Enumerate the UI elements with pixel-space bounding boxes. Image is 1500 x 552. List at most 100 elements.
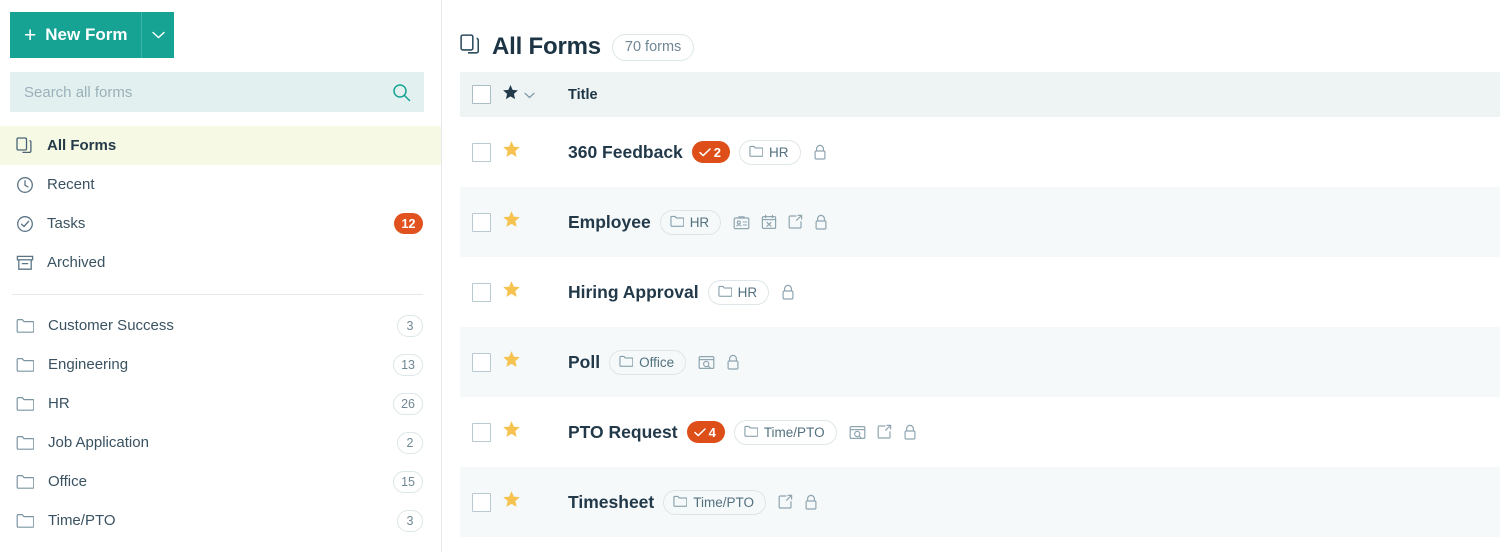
sidebar-folder-count: 15: [393, 470, 423, 493]
sidebar-folder-office[interactable]: Office 15: [0, 462, 441, 501]
lock-icon[interactable]: [781, 284, 795, 301]
star-icon[interactable]: [502, 140, 521, 164]
row-star-cell[interactable]: [502, 490, 564, 514]
row-checkbox[interactable]: [471, 142, 491, 162]
row-star-cell[interactable]: [502, 420, 564, 444]
table-row[interactable]: Hiring Approval HR: [460, 257, 1500, 327]
form-name-link[interactable]: Timesheet: [568, 492, 654, 513]
new-form-button-group: + New Form: [10, 12, 174, 58]
chevron-down-icon[interactable]: [524, 87, 535, 103]
row-select-cell: [460, 352, 502, 372]
search-input[interactable]: [24, 83, 392, 101]
forms-table: Title Storage Entries 360 Feedback: [460, 72, 1500, 537]
row-checkbox[interactable]: [471, 282, 491, 302]
sidebar-folder-label: HR: [48, 395, 70, 412]
row-star-cell[interactable]: [502, 210, 564, 234]
folder-chip[interactable]: Time/PTO: [733, 419, 837, 445]
preview-icon[interactable]: [698, 355, 715, 370]
forms-copy-icon: [15, 137, 34, 154]
row-star-cell[interactable]: [502, 280, 564, 304]
tasks-badge-count: 4: [708, 424, 716, 440]
folder-chip[interactable]: HR: [739, 139, 801, 165]
folder-chip[interactable]: HR: [707, 279, 770, 305]
forms-copy-icon: [460, 34, 481, 60]
row-select-cell: [460, 282, 502, 302]
form-name-link[interactable]: Poll: [568, 352, 600, 373]
folder-chip-label: HR: [689, 214, 710, 230]
star-sort-header[interactable]: [502, 84, 564, 105]
external-link-icon[interactable]: [877, 424, 892, 440]
table-row[interactable]: PTO Request 4 Time/PTO: [460, 397, 1500, 467]
row-checkbox[interactable]: [471, 422, 491, 442]
select-all-checkbox[interactable]: [471, 85, 491, 104]
external-link-icon[interactable]: [788, 214, 803, 230]
search-box[interactable]: [10, 72, 424, 112]
sidebar-folder-count: 2: [397, 431, 423, 454]
preview-icon[interactable]: [849, 425, 866, 440]
new-form-button[interactable]: + New Form: [10, 12, 141, 58]
sidebar-folders: Customer Success 3 Engineering 13 HR 26: [0, 306, 441, 540]
form-name-link[interactable]: Hiring Approval: [568, 282, 699, 303]
sidebar-folder-time-pto[interactable]: Time/PTO 3: [0, 501, 441, 540]
row-checkbox[interactable]: [471, 492, 491, 512]
sidebar-folder-engineering[interactable]: Engineering 13: [0, 345, 441, 384]
table-row[interactable]: Timesheet Time/PTO: [460, 467, 1500, 537]
sidebar-folder-hr[interactable]: HR 26: [0, 384, 441, 423]
sidebar-item-recent[interactable]: Recent: [0, 165, 441, 204]
archive-icon: [15, 255, 34, 271]
sidebar-item-archived[interactable]: Archived: [0, 243, 441, 282]
row-checkbox[interactable]: [471, 352, 491, 372]
new-form-dropdown-button[interactable]: [141, 12, 174, 58]
sidebar-folder-label: Customer Success: [48, 317, 174, 334]
form-name-link[interactable]: PTO Request: [568, 422, 678, 443]
sidebar-folder-customer-success[interactable]: Customer Success 3: [0, 306, 441, 345]
sidebar-folder-job-application[interactable]: Job Application 2: [0, 423, 441, 462]
row-star-cell[interactable]: [502, 140, 564, 164]
calendar-x-icon[interactable]: [761, 214, 777, 230]
table-row[interactable]: Poll Office: [460, 327, 1500, 397]
lock-icon[interactable]: [903, 424, 917, 441]
search-icon[interactable]: [392, 83, 411, 102]
row-select-cell: [460, 422, 502, 442]
folder-chip[interactable]: Office: [609, 349, 687, 375]
lock-icon[interactable]: [726, 354, 740, 371]
sidebar-item-tasks[interactable]: Tasks 12: [0, 204, 441, 243]
row-title-cell: Timesheet Time/PTO: [564, 489, 1500, 515]
star-icon[interactable]: [502, 210, 521, 234]
folder-icon: [15, 318, 34, 333]
row-star-cell[interactable]: [502, 350, 564, 374]
form-name-link[interactable]: Employee: [568, 212, 651, 233]
plus-icon: +: [24, 23, 37, 47]
sidebar-divider: [12, 294, 423, 295]
sidebar-folder-count: 26: [393, 392, 423, 415]
folder-icon: [749, 145, 764, 160]
lock-icon[interactable]: [814, 214, 828, 231]
lock-icon[interactable]: [813, 144, 827, 161]
select-all-cell: [460, 85, 502, 104]
id-card-icon[interactable]: [733, 215, 750, 230]
star-icon[interactable]: [502, 280, 521, 304]
table-row[interactable]: 360 Feedback 2 HR: [460, 117, 1500, 187]
tasks-count-badge: 12: [394, 213, 423, 234]
check-icon: [699, 145, 711, 160]
star-icon[interactable]: [502, 350, 521, 374]
row-checkbox[interactable]: [471, 212, 491, 232]
folder-chip[interactable]: HR: [659, 209, 722, 235]
external-link-icon[interactable]: [778, 494, 793, 510]
tasks-badge[interactable]: 4: [686, 421, 725, 443]
star-icon[interactable]: [502, 490, 521, 514]
tasks-badge[interactable]: 2: [691, 141, 731, 163]
table-row[interactable]: Employee HR: [460, 187, 1500, 257]
sidebar-item-label: All Forms: [47, 137, 117, 154]
folder-chip-label: Time/PTO: [763, 424, 825, 440]
column-header-title[interactable]: Title: [564, 87, 1500, 103]
row-select-cell: [460, 492, 502, 512]
form-name-link[interactable]: 360 Feedback: [568, 142, 683, 163]
folder-chip[interactable]: Time/PTO: [663, 489, 767, 515]
sidebar-item-all-forms[interactable]: All Forms: [0, 126, 441, 165]
lock-icon[interactable]: [804, 494, 818, 511]
sidebar-folder-label: Engineering: [48, 356, 129, 373]
star-icon[interactable]: [502, 420, 521, 444]
page-title: All Forms: [492, 33, 601, 60]
page-header: All Forms 70 forms: [442, 0, 1500, 72]
